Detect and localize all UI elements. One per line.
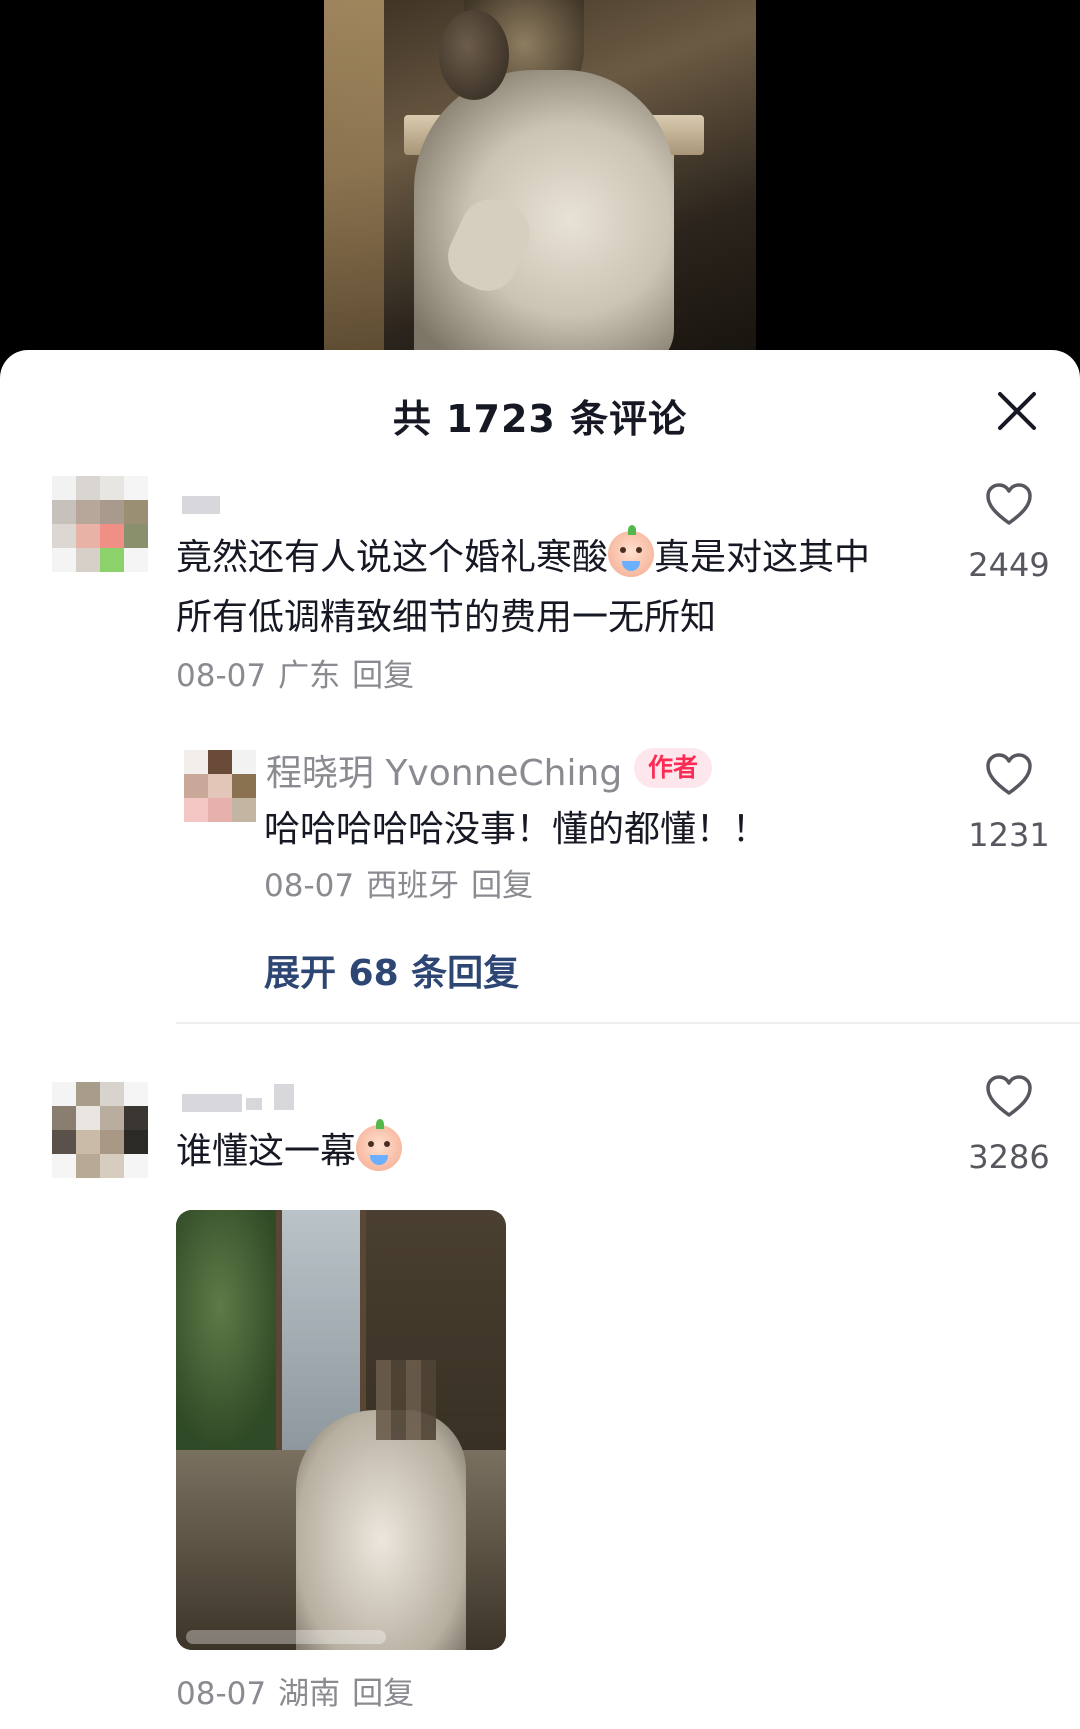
reply-meta: 08-07 西班牙 回复 — [264, 860, 545, 905]
reply-location: 西班牙 — [366, 868, 460, 904]
comment-count-title: 共 1723 条评论 — [392, 397, 688, 441]
attachment-trees — [176, 1210, 286, 1450]
comment-text: 谁懂这一幕 — [176, 1119, 876, 1182]
like-button[interactable]: 3286 — [954, 1074, 1064, 1176]
sheet-header: 共 1723 条评论 — [0, 350, 1080, 480]
avatar[interactable] — [52, 476, 148, 572]
reply-button[interactable]: 回复 — [352, 1676, 414, 1712]
divider — [176, 1022, 1080, 1024]
comment-location: 湖南 — [278, 1676, 341, 1712]
attachment-blurred-face — [376, 1360, 436, 1440]
comment-date: 08-07 — [176, 658, 267, 694]
heart-outline-icon — [986, 753, 1032, 795]
video-woman-dress — [414, 70, 674, 360]
author-username[interactable]: 程晓玥 YvonneChing — [266, 744, 622, 796]
attachment-watermark-bar — [186, 1630, 386, 1644]
like-button[interactable]: 2449 — [954, 482, 1064, 584]
like-count: 1231 — [968, 816, 1050, 854]
comment-meta: 08-07 湖南 回复 — [176, 1668, 426, 1713]
crying-baby-emoji-icon — [608, 525, 655, 577]
reply-button[interactable]: 回复 — [471, 868, 533, 904]
video-player[interactable] — [0, 0, 1080, 360]
avatar[interactable] — [52, 1082, 148, 1178]
heart-outline-icon — [986, 1075, 1032, 1117]
author-badge: 作者 — [634, 748, 713, 788]
like-count: 2449 — [968, 546, 1050, 584]
comment-date: 08-07 — [176, 1676, 267, 1712]
reply-button[interactable]: 回复 — [352, 658, 414, 694]
attachment-woman — [296, 1410, 466, 1650]
comment-image-attachment[interactable] — [176, 1210, 506, 1650]
reply-date: 08-07 — [264, 868, 355, 904]
comment-text-part: 竟然还有人说这个婚礼寒酸 — [176, 537, 609, 578]
comment-meta: 08-07 广东 回复 — [176, 650, 426, 695]
username-blurred — [182, 1094, 242, 1112]
close-icon — [998, 392, 1036, 430]
username-blurred — [246, 1098, 262, 1110]
comment-sheet: 共 1723 条评论 竟然还有人说这个婚礼寒酸 真是对这其中所有低调精致细节的费… — [0, 350, 1080, 1729]
comment-location: 广东 — [278, 658, 341, 694]
username-blurred — [274, 1084, 294, 1110]
like-count: 3286 — [968, 1138, 1050, 1176]
author-avatar[interactable] — [184, 750, 256, 822]
close-button[interactable] — [994, 388, 1040, 434]
video-frame — [324, 0, 756, 360]
comment-text-part: 谁懂这一幕 — [176, 1131, 357, 1172]
comment-text: 竟然还有人说这个婚礼寒酸 真是对这其中所有低调精致细节的费用一无所知 — [176, 525, 906, 648]
crying-baby-emoji-icon — [356, 1119, 403, 1171]
heart-outline-icon — [986, 483, 1032, 525]
video-window — [324, 0, 384, 360]
reply-text: 哈哈哈哈哈没事！懂的都懂！！ — [264, 809, 769, 850]
video-woman-head — [439, 10, 509, 100]
expand-replies-button[interactable]: 展开 68 条回复 — [264, 944, 519, 996]
username-blurred — [182, 496, 220, 514]
like-button[interactable]: 1231 — [954, 752, 1064, 854]
